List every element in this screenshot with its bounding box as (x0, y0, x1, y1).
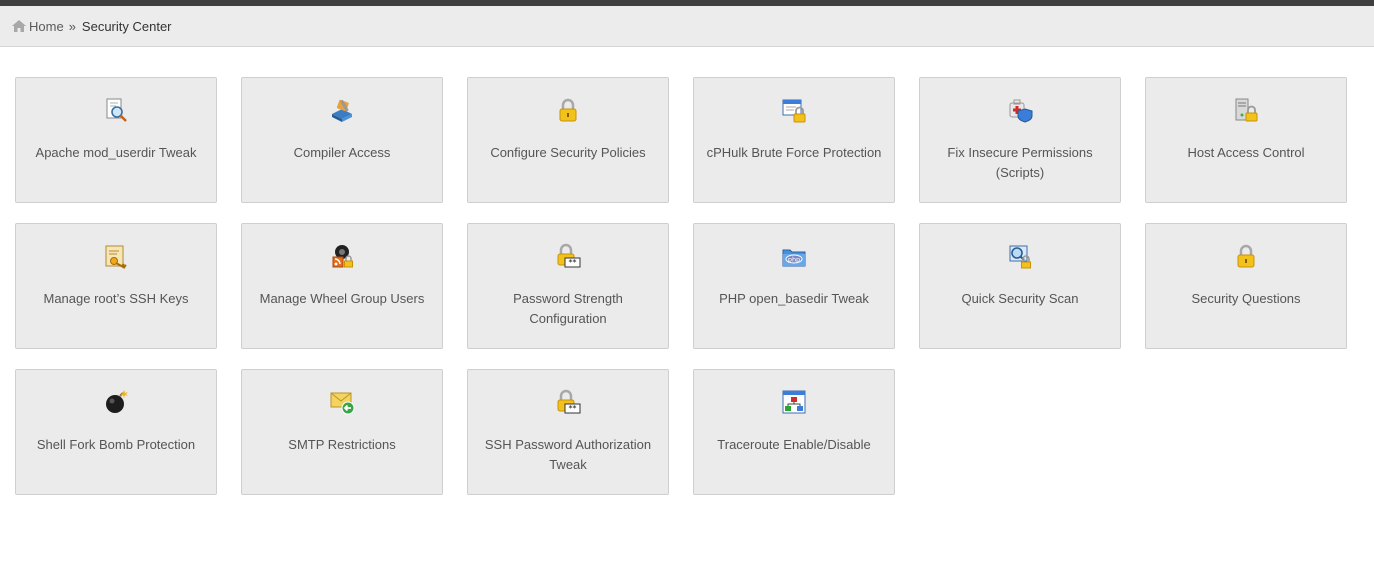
tool-tile-label: Host Access Control (1187, 145, 1305, 160)
network-diagram-icon (782, 390, 806, 414)
tool-tile[interactable]: php PHP open_basedir Tweak (693, 223, 895, 349)
padlock-password-icon: ** (557, 389, 581, 414)
breadcrumb-home-label: Home (29, 18, 64, 34)
key-certificate-icon (105, 245, 127, 269)
tool-tile[interactable]: Traceroute Enable/Disable (693, 369, 895, 495)
tool-tile-label: cPHulk Brute Force Protection (706, 145, 882, 160)
tool-tile-label: Security Questions (1191, 291, 1301, 306)
tool-tile-label: Traceroute Enable/Disable (717, 437, 871, 452)
tool-tile[interactable]: Shell Fork Bomb Protection (15, 369, 217, 495)
svg-text:**: ** (569, 258, 577, 267)
document-magnifier-icon (106, 98, 127, 122)
tool-tile[interactable]: Apache mod_userdir Tweak (15, 77, 217, 203)
breadcrumb: Home » Security Center (0, 6, 1374, 47)
tool-tile-label: Fix Insecure Permissions (Scripts) (947, 145, 1093, 180)
tool-tile[interactable]: Host Access Control (1145, 77, 1347, 203)
security-tools-grid: Apache mod_userdir Tweak Compiler Access C… (15, 77, 1347, 495)
padlock-icon (559, 98, 577, 122)
envelope-arrow-icon (330, 392, 355, 415)
breadcrumb-current: Security Center (81, 18, 172, 34)
padlock-password-icon: ** (557, 243, 581, 268)
tool-tile-label: Compiler Access (293, 145, 391, 160)
breadcrumb-home-link[interactable]: Home (12, 19, 64, 34)
tool-tile-label: Quick Security Scan (961, 291, 1079, 306)
compiler-tools-icon (332, 99, 352, 122)
tool-tile[interactable]: Compiler Access (241, 77, 443, 203)
tool-tile[interactable]: Manage Wheel Group Users (241, 223, 443, 349)
first-aid-shield-icon (1009, 99, 1033, 123)
tool-tile-label: SMTP Restrictions (288, 437, 396, 452)
window-padlock-icon (782, 99, 806, 123)
tool-tile-label: Password Strength Configuration (513, 291, 623, 326)
tool-tile-label: Manage root’s SSH Keys (43, 291, 189, 306)
bomb-icon (106, 390, 128, 413)
wheel-users-icon (332, 245, 353, 268)
php-folder-icon: php (782, 249, 806, 267)
tool-tile[interactable]: Quick Security Scan (919, 223, 1121, 349)
tool-tile-label: Configure Security Policies (490, 145, 646, 160)
tool-tile-label: PHP open_basedir Tweak (719, 291, 869, 306)
breadcrumb-separator: » (68, 18, 76, 34)
tool-tile-label: Manage Wheel Group Users (259, 291, 425, 306)
tool-tile-label: SSH Password Authorization Tweak (484, 437, 652, 472)
tool-tile[interactable]: SMTP Restrictions (241, 369, 443, 495)
tool-tile-label: Shell Fork Bomb Protection (36, 437, 196, 452)
svg-text:**: ** (569, 404, 577, 413)
tool-tile[interactable]: ** SSH Password Authorization Tweak (467, 369, 669, 495)
server-padlock-icon (1235, 98, 1258, 122)
tool-tile[interactable]: Fix Insecure Permissions (Scripts) (919, 77, 1121, 203)
tool-tile[interactable]: ** Password Strength Configuration (467, 223, 669, 349)
scan-magnifier-icon (1009, 245, 1031, 269)
padlock-icon (1237, 244, 1255, 268)
tool-tile[interactable]: Manage root’s SSH Keys (15, 223, 217, 349)
tool-tile[interactable]: Security Questions (1145, 223, 1347, 349)
tool-tile[interactable]: Configure Security Policies (467, 77, 669, 203)
tool-tile-label: Apache mod_userdir Tweak (35, 145, 197, 160)
svg-text:php: php (788, 256, 800, 264)
tool-tile[interactable]: cPHulk Brute Force Protection (693, 77, 895, 203)
home-icon (12, 20, 26, 32)
